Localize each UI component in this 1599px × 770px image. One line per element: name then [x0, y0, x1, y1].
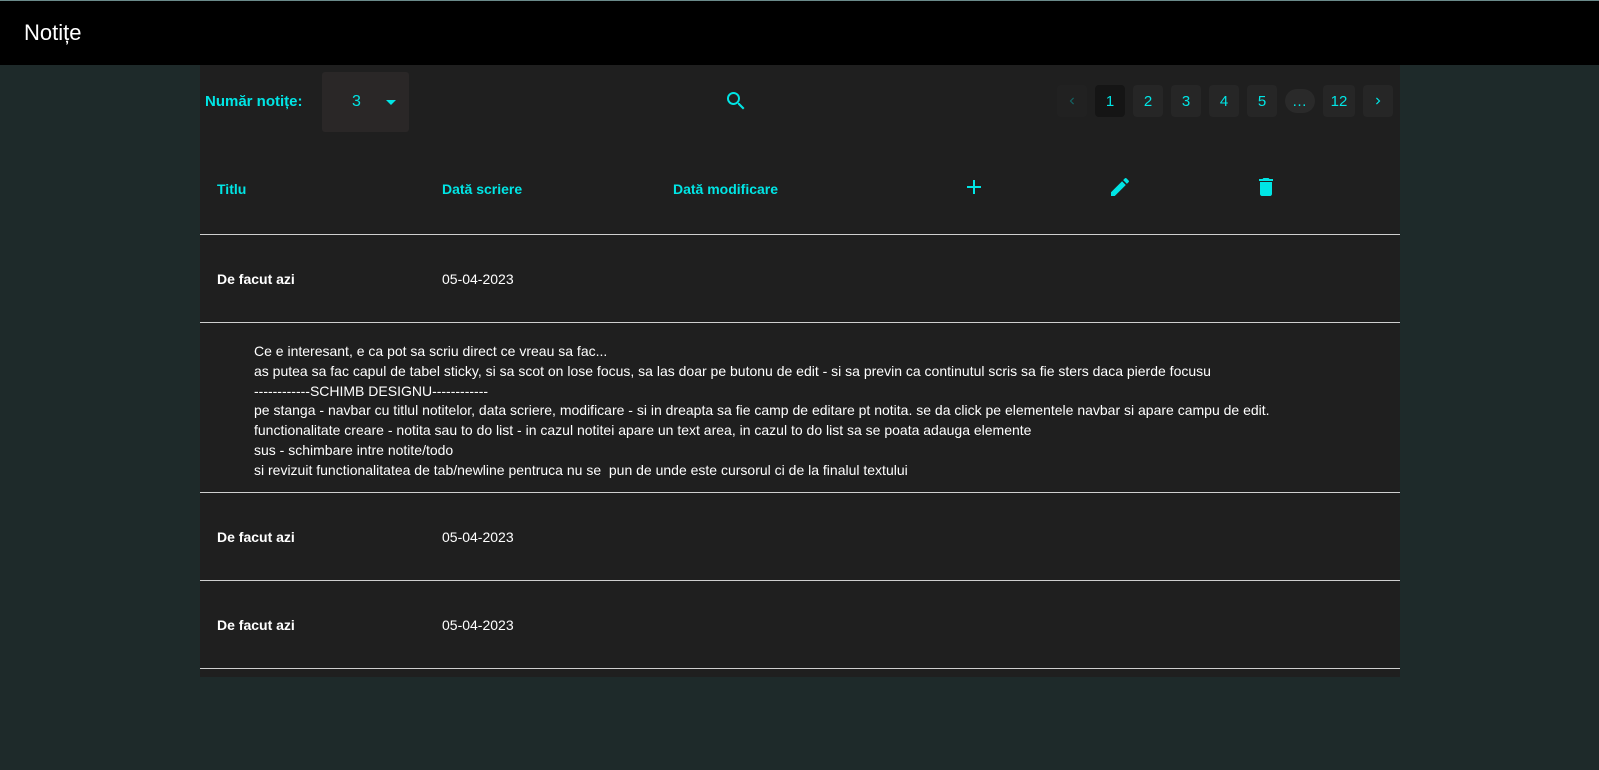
plus-icon[interactable] — [962, 175, 986, 199]
trash-icon[interactable] — [1254, 175, 1278, 199]
note-line: pe stanga - navbar cu titlul notitelor, … — [254, 402, 1270, 419]
chevron-left-icon — [1069, 97, 1074, 105]
app-title: Notițe — [24, 20, 82, 45]
page-button-5[interactable]: 5 — [1247, 85, 1277, 117]
note-line: Ce e interesant, e ca pot sa scriu direc… — [254, 343, 608, 359]
pagination: 1 2 3 4 5 … 12 — [1057, 85, 1393, 117]
note-line: ------------SCHIMB DESIGNU------------ — [254, 382, 489, 399]
note-content: Ce e interesant, e ca pot sa scriu direc… — [200, 323, 1400, 493]
caret-down-icon — [386, 100, 396, 105]
page-ellipsis: … — [1285, 89, 1315, 113]
next-page-button[interactable] — [1363, 85, 1393, 117]
notes-panel: Număr notițe: 3 1 2 3 4 5 … 12 Titlu Dat… — [200, 65, 1400, 677]
column-header-title[interactable]: Titlu — [217, 181, 246, 197]
notes-count-label: Număr notițe: — [205, 93, 303, 110]
column-header-written[interactable]: Dată scriere — [442, 181, 522, 197]
page-button-3[interactable]: 3 — [1171, 85, 1201, 117]
table-header: Titlu Dată scriere Dată modificare — [200, 135, 1400, 235]
search-icon[interactable] — [724, 89, 748, 113]
row-title: De facut azi — [217, 617, 295, 633]
row-date-written: 05-04-2023 — [442, 271, 514, 287]
toolbar: Număr notițe: 3 1 2 3 4 5 … 12 — [200, 65, 1400, 135]
chevron-right-icon — [1376, 97, 1381, 105]
row-date-written: 05-04-2023 — [442, 529, 514, 545]
page-button-12[interactable]: 12 — [1323, 85, 1355, 117]
row-title: De facut azi — [217, 529, 295, 545]
notes-count-select[interactable]: 3 — [322, 72, 409, 132]
page-button-2[interactable]: 2 — [1133, 85, 1163, 117]
app-bar: Notițe — [0, 0, 1599, 65]
notes-count-value: 3 — [352, 93, 361, 110]
page-button-4[interactable]: 4 — [1209, 85, 1239, 117]
table-row[interactable]: De facut azi 05-04-2023 — [200, 581, 1400, 669]
row-date-written: 05-04-2023 — [442, 617, 514, 633]
note-line: functionalitate creare - notita sau to d… — [254, 422, 1032, 439]
table-row[interactable]: De facut azi 05-04-2023 — [200, 235, 1400, 323]
column-header-modified[interactable]: Dată modificare — [673, 181, 778, 197]
note-line: as putea sa fac capul de tabel sticky, s… — [254, 362, 1211, 379]
note-line: si revizuit functionalitatea de tab/newl… — [254, 461, 908, 478]
note-line: sus - schimbare intre notite/todo — [254, 441, 454, 458]
table-row[interactable]: De facut azi 05-04-2023 — [200, 493, 1400, 581]
page-button-1[interactable]: 1 — [1095, 85, 1125, 117]
pencil-icon[interactable] — [1108, 175, 1132, 199]
row-title: De facut azi — [217, 271, 295, 287]
prev-page-button[interactable] — [1057, 85, 1087, 117]
